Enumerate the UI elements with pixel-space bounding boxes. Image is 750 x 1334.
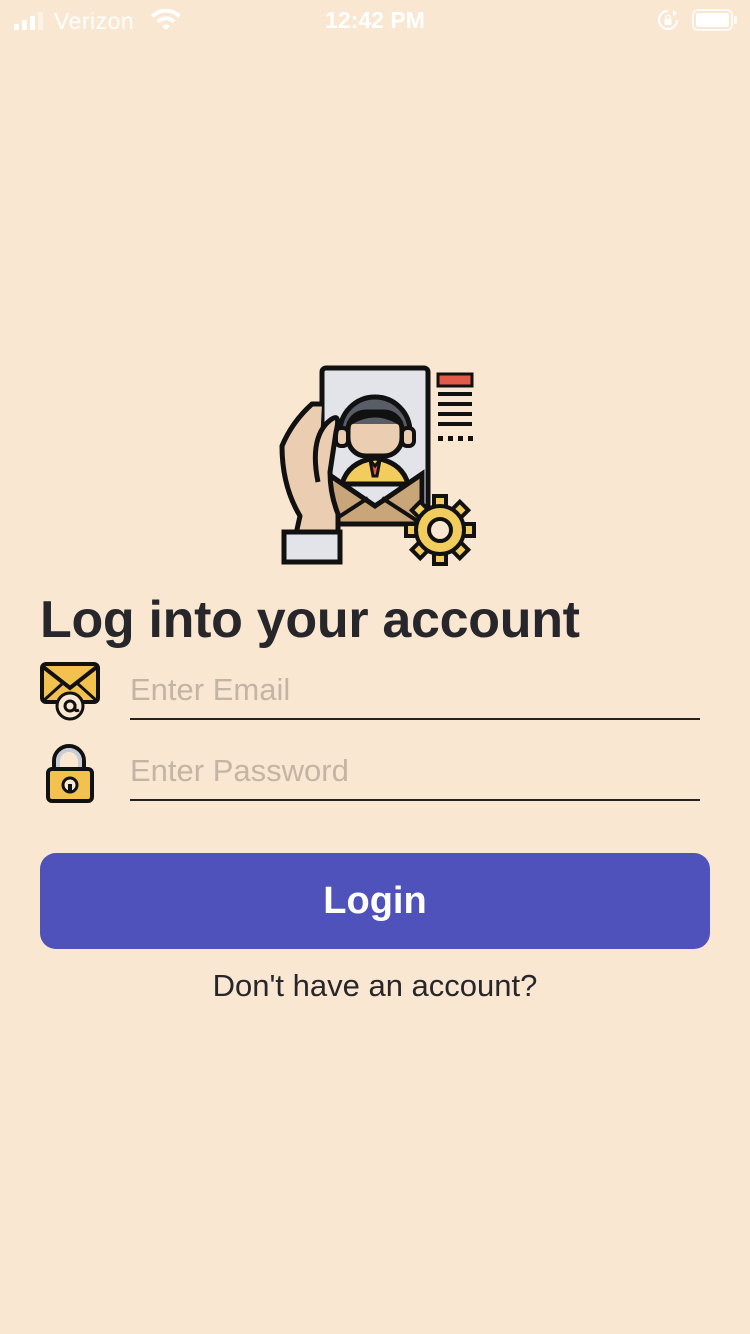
- status-time: 12:42 PM: [325, 7, 425, 33]
- battery-icon: [692, 9, 737, 31]
- status-bar: Verizon 12:42 PM: [0, 0, 750, 40]
- padlock-icon: [46, 744, 94, 803]
- hand-holding-id-card-with-gear-icon: [279, 365, 476, 566]
- login-button[interactable]: Login: [40, 853, 710, 949]
- password-input[interactable]: [130, 743, 700, 801]
- email-field-row: [40, 660, 700, 722]
- signup-link[interactable]: Don't have an account?: [0, 968, 750, 1004]
- email-input[interactable]: [130, 662, 700, 720]
- page-title: Log into your account: [40, 591, 580, 649]
- rotation-lock-icon: [657, 9, 679, 31]
- password-field-row: [40, 741, 700, 803]
- envelope-at-icon: [40, 662, 100, 721]
